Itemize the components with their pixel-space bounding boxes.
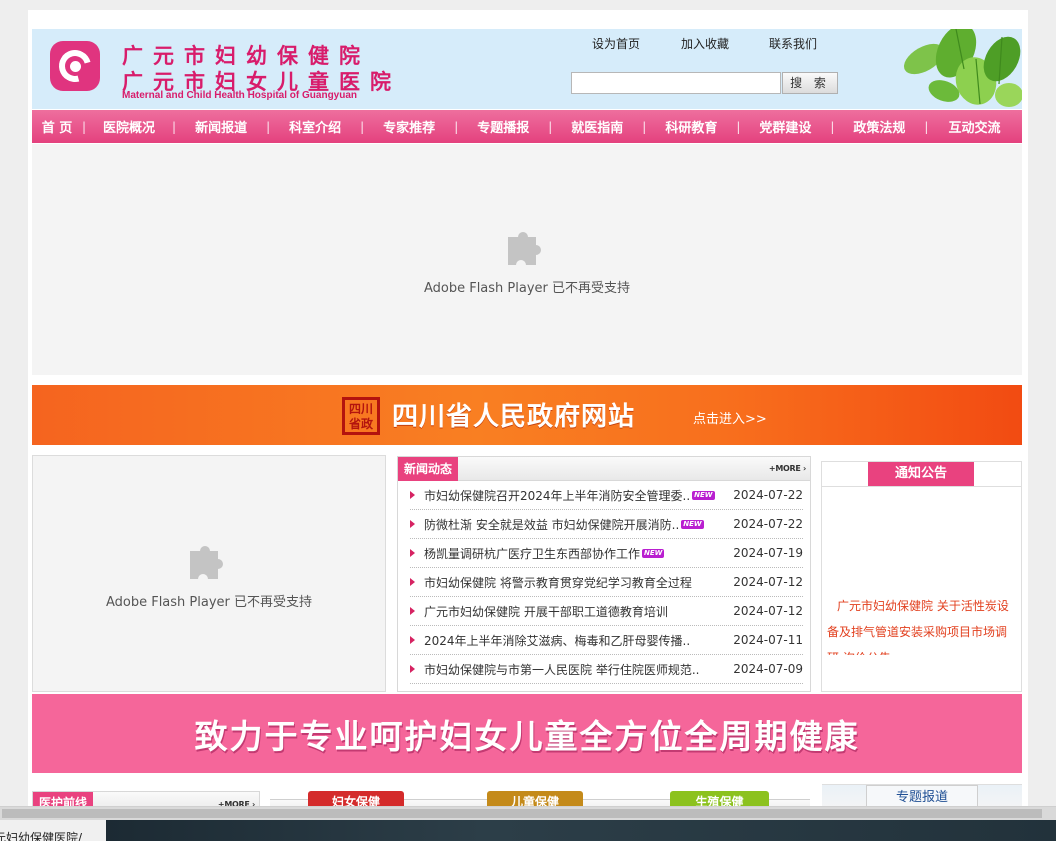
news-list: 市妇幼保健院召开2024年上半年消防安全管理委.. NEW 2024-07-22… [398, 481, 810, 684]
arrow-bullet-icon [410, 636, 415, 644]
news-item[interactable]: 杨凯量调研杭广医疗卫生东西部协作工作 NEW 2024-07-19 [410, 539, 803, 568]
news-title[interactable]: 市妇幼保健院召开2024年上半年消防安全管理委.. [424, 487, 690, 504]
gov-seal-icon: 四川省政 [342, 397, 380, 435]
nav-item-departments[interactable]: 科室介绍 [270, 117, 360, 136]
gov-banner-title: 四川省人民政府网站 [392, 402, 636, 432]
slogan-banner: 致力于专业呵护妇女儿童全方位全周期健康 [32, 694, 1022, 773]
news-title[interactable]: 广元市妇幼保健院 开展干部职工道德教育培训 [424, 603, 668, 620]
flash-banner-placeholder: Adobe Flash Player 已不再受支持 [32, 144, 1022, 375]
flash-slideshow-placeholder: Adobe Flash Player 已不再受支持 [32, 455, 386, 692]
arrow-bullet-icon [410, 607, 415, 615]
news-panel: 新闻动态 +MORE › 市妇幼保健院召开2024年上半年消防安全管理委.. N… [397, 456, 811, 692]
nav-separator: | [924, 119, 929, 134]
nav-separator: | [830, 119, 835, 134]
new-badge: NEW [681, 519, 704, 529]
sichuan-gov-banner[interactable]: 四川省政 四川省人民政府网站 点击进入>> [32, 385, 1022, 445]
news-title[interactable]: 市妇幼保健院 将警示教育贯穿党纪学习教育全过程 [424, 574, 692, 591]
status-text: 元妇幼保健医院/ [0, 831, 83, 841]
horizontal-scrollbar[interactable] [0, 806, 1056, 820]
nav-item-experts[interactable]: 专家推荐 [364, 117, 454, 136]
nav-item-interaction[interactable]: 互动交流 [928, 117, 1020, 136]
flash-unsupported-message: Adobe Flash Player 已不再受支持 [423, 281, 631, 296]
notice-tab[interactable]: 通知公告 [868, 462, 974, 486]
nav-item-news[interactable]: 新闻报道 [176, 117, 266, 136]
scrollbar-thumb[interactable] [2, 809, 1042, 818]
arrow-bullet-icon [410, 491, 415, 499]
slogan-text: 致力于专业呵护妇女儿童全方位全周期健康 [194, 716, 860, 756]
news-item[interactable]: 市妇幼保健院召开2024年上半年消防安全管理委.. NEW 2024-07-22 [410, 481, 803, 510]
set-homepage-link[interactable]: 设为首页 [592, 35, 640, 52]
flash-unsupported-message: Adobe Flash Player 已不再受支持 [105, 595, 313, 610]
contact-us-link[interactable]: 联系我们 [769, 35, 817, 52]
arrow-bullet-icon [410, 520, 415, 528]
leaves-decoration-icon [904, 29, 1022, 109]
news-date: 2024-07-22 [733, 488, 803, 502]
nav-separator: | [642, 119, 647, 134]
news-item[interactable]: 市妇幼保健院 将警示教育贯穿党纪学习教育全过程 2024-07-12 [410, 568, 803, 597]
nav-item-home[interactable]: 首 页 [32, 117, 82, 136]
nav-item-topics[interactable]: 专题播报 [458, 117, 548, 136]
status-bar: 元妇幼保健医院/ [0, 820, 106, 841]
taskbar [106, 820, 1056, 841]
news-title[interactable]: 2024年上半年消除艾滋病、梅毒和乙肝母婴传播.. [424, 632, 690, 649]
nav-item-overview[interactable]: 医院概况 [86, 117, 172, 136]
new-badge: NEW [692, 490, 715, 500]
news-date: 2024-07-09 [733, 662, 803, 676]
nav-item-research[interactable]: 科研教育 [646, 117, 736, 136]
news-title[interactable]: 杨凯量调研杭广医疗卫生东西部协作工作 [424, 545, 640, 562]
news-item[interactable]: 2024年上半年消除艾滋病、梅毒和乙肝母婴传播.. 2024-07-11 [410, 626, 803, 655]
arrow-bullet-icon [410, 578, 415, 586]
nav-item-guide[interactable]: 就医指南 [552, 117, 642, 136]
news-item[interactable]: 市妇幼保健院与市第一人民医院 举行住院医师规范.. 2024-07-09 [410, 655, 803, 684]
arrow-bullet-icon [410, 665, 415, 673]
logo-english-name: Maternal and Child Health Hospital of Gu… [122, 90, 358, 101]
hospital-logo-icon[interactable] [50, 41, 100, 91]
news-item[interactable]: 防微杜渐 安全就是效益 市妇幼保健院开展消防.. NEW 2024-07-22 [410, 510, 803, 539]
new-badge: NEW [642, 548, 665, 558]
notice-scroll-text[interactable]: 广元市妇幼保健院 关于活性炭设备及排气管道安装采购项目市场调研 询价公告 [827, 593, 1013, 655]
nav-separator: | [548, 119, 553, 134]
nav-item-party[interactable]: 党群建设 [740, 117, 830, 136]
page-container: 广元市妇幼保健院 广元市妇女儿童医院 Maternal and Child He… [28, 10, 1028, 811]
news-item[interactable]: 广元市妇幼保健院 开展干部职工道德教育培训 2024-07-12 [410, 597, 803, 626]
news-title[interactable]: 防微杜渐 安全就是效益 市妇幼保健院开展消防.. [424, 516, 679, 533]
notice-panel: 通知公告 广元市妇幼保健院 关于活性炭设备及排气管道安装采购项目市场调研 询价公… [821, 461, 1022, 692]
arrow-bullet-icon [410, 549, 415, 557]
news-panel-header: 新闻动态 +MORE › [398, 457, 810, 481]
main-nav: 首 页 | 医院概况 | 新闻报道 | 科室介绍 | 专家推荐 | 专题播报 |… [32, 110, 1022, 143]
news-date: 2024-07-22 [733, 517, 803, 531]
news-title[interactable]: 市妇幼保健院与市第一人民医院 举行住院医师规范.. [424, 661, 699, 678]
news-tab[interactable]: 新闻动态 [398, 457, 459, 481]
nav-separator: | [736, 119, 741, 134]
add-favorite-link[interactable]: 加入收藏 [681, 35, 729, 52]
nav-separator: | [454, 119, 459, 134]
notice-divider [822, 486, 1021, 487]
news-more-link[interactable]: +MORE › [769, 464, 806, 473]
news-date: 2024-07-12 [733, 575, 803, 589]
nav-item-policy[interactable]: 政策法规 [834, 117, 924, 136]
search-button[interactable]: 搜 索 [782, 72, 838, 94]
nav-separator: | [266, 119, 271, 134]
news-date: 2024-07-11 [733, 633, 803, 647]
plugin-puzzle-icon [508, 232, 541, 265]
news-date: 2024-07-19 [733, 546, 803, 560]
news-date: 2024-07-12 [733, 604, 803, 618]
site-header: 广元市妇幼保健院 广元市妇女儿童医院 Maternal and Child He… [32, 29, 1022, 109]
nav-separator: | [360, 119, 365, 134]
plugin-puzzle-icon [190, 546, 223, 579]
nav-separator: | [172, 119, 177, 134]
top-links: 设为首页 加入收藏 联系我们 [592, 35, 817, 52]
search-input[interactable] [571, 72, 781, 94]
nav-separator: | [82, 119, 87, 134]
gov-enter-link[interactable]: 点击进入>> [693, 408, 767, 427]
